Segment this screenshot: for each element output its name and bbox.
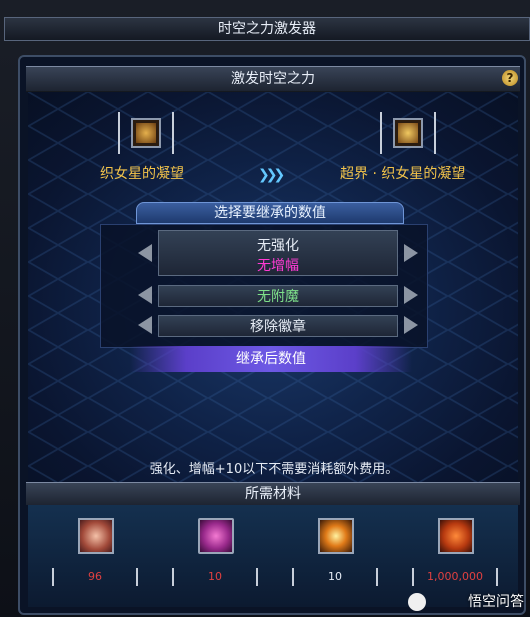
watermark: 悟空问答 (468, 594, 524, 610)
next-enchant-arrow[interactable] (404, 286, 418, 304)
watermark-logo (408, 593, 426, 611)
target-item-name: 超界 · 织女星的凝望 (340, 166, 466, 182)
prev-enchant-arrow[interactable] (138, 286, 152, 304)
gold-coins-icon[interactable] (438, 518, 474, 554)
ring-rune-icon[interactable] (318, 518, 354, 554)
section-title: 激发时空之力 (26, 66, 520, 92)
source-item-name: 织女星的凝望 (100, 166, 184, 182)
help-icon[interactable]: ? (502, 70, 518, 86)
orb-icon[interactable] (198, 518, 234, 554)
material-count-1: 96 (52, 568, 138, 586)
inherit-result-bar: 继承后数值 (130, 346, 412, 372)
window-title: 时空之力激发器 (4, 17, 530, 41)
enhance-option[interactable]: 无强化 无增幅 (158, 230, 398, 276)
emblem-label: 移除徽章 (250, 319, 306, 335)
material-count-2: 10 (172, 568, 258, 586)
transfer-arrow-icon: ❯❯❯ (258, 167, 285, 183)
prev-enhance-arrow[interactable] (138, 244, 152, 262)
material-count-3: 10 (292, 568, 378, 586)
next-enhance-arrow[interactable] (404, 244, 418, 262)
amulet-icon (136, 123, 156, 143)
amplify-label: 无增幅 (257, 258, 299, 274)
emblem-option[interactable]: 移除徽章 (158, 315, 398, 337)
enhance-label: 无强化 (257, 238, 299, 254)
fee-notice: 强化、增幅+10以下不需要消耗额外费用。 (149, 462, 399, 477)
materials-title: 所需材料 (26, 482, 520, 505)
target-item-slot[interactable] (393, 118, 423, 148)
enchant-label: 无附魔 (257, 289, 299, 305)
source-item-slot[interactable] (131, 118, 161, 148)
prev-emblem-arrow[interactable] (138, 316, 152, 334)
enchant-option[interactable]: 无附魔 (158, 285, 398, 307)
inherit-header: 选择要继承的数值 (136, 202, 404, 224)
amulet-icon (398, 123, 418, 143)
material-count-4: 1,000,000 (412, 568, 498, 586)
next-emblem-arrow[interactable] (404, 316, 418, 334)
fragment-icon[interactable] (78, 518, 114, 554)
